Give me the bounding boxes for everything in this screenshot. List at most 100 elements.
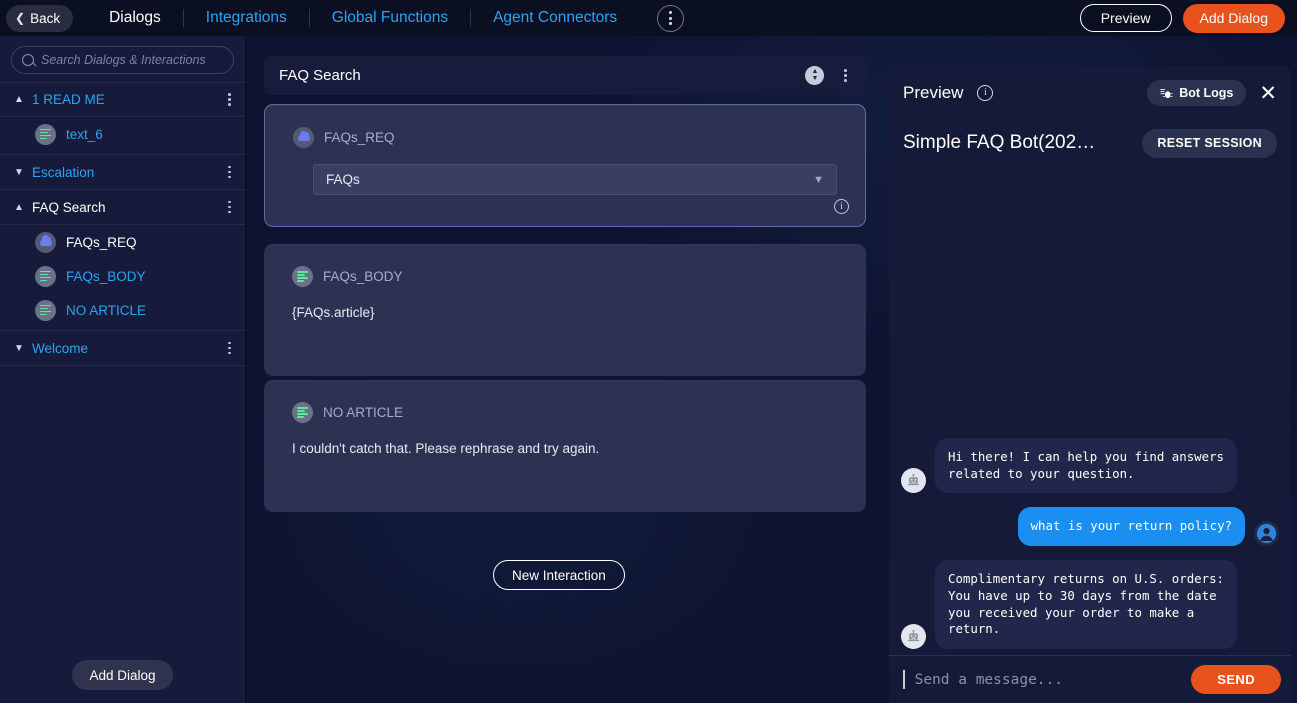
chat-input-bar: SEND: [889, 655, 1291, 703]
sidebar-item-faqs-req[interactable]: FAQs_REQ: [0, 225, 245, 259]
node-title: FAQs_BODY: [323, 269, 403, 284]
chevron-down-icon: ▼: [813, 173, 824, 186]
expand-collapse-icon[interactable]: ▲ ▼: [805, 66, 825, 85]
chevron-up-icon: ▲: [14, 94, 24, 105]
text-cursor: [903, 670, 905, 689]
node-body-text: I couldn't catch that. Please rephrase a…: [292, 441, 600, 456]
group-menu-icon[interactable]: [224, 162, 235, 183]
sidebar-group-read-me[interactable]: ▲ 1 READ ME: [0, 82, 245, 117]
dialog-tree: ▲ 1 READ ME text_6 ▼ Escalation ▲ FAQ Se…: [0, 82, 245, 647]
info-icon[interactable]: i: [834, 199, 849, 214]
chevron-down-icon: ▼: [14, 342, 24, 354]
add-dialog-button[interactable]: Add Dialog: [1182, 3, 1285, 33]
sidebar-item-text-6[interactable]: text_6: [0, 117, 245, 151]
node-header: FAQs_REQ: [265, 105, 865, 148]
sidebar-add-dialog-button[interactable]: Add Dialog: [72, 660, 173, 690]
chat-transcript: Hi there! I can help you find answers re…: [889, 166, 1291, 655]
interaction-node-faqs-body[interactable]: FAQs_BODY {FAQs.article}: [264, 244, 866, 376]
node-header: NO ARTICLE: [264, 380, 866, 423]
sidebar-group-label: 1 READ ME: [32, 92, 105, 107]
main-tabs: Dialogs Integrations Global Functions Ag…: [87, 0, 639, 36]
text-lines-icon: [35, 299, 56, 321]
interaction-node-no-article[interactable]: NO ARTICLE I couldn't catch that. Please…: [264, 380, 866, 512]
sidebar-item-no-article[interactable]: NO ARTICLE: [0, 293, 245, 327]
new-interaction-button[interactable]: New Interaction: [493, 560, 625, 590]
robot-avatar-icon: [901, 624, 926, 649]
node-footer: i: [265, 199, 865, 226]
interaction-node-faqs-req[interactable]: FAQs_REQ FAQs ▼ i: [264, 104, 866, 227]
preview-button[interactable]: Preview: [1079, 4, 1172, 32]
sidebar-item-label: NO ARTICLE: [66, 302, 147, 318]
chevron-left-icon: ❮: [15, 11, 26, 25]
chat-bubble: what is your return policy?: [1017, 507, 1245, 547]
text-lines-icon: [292, 402, 313, 423]
tab-dialogs[interactable]: Dialogs: [87, 0, 183, 36]
chat-bubble: Complimentary returns on U.S. orders: Yo…: [935, 560, 1237, 649]
bot-logs-button[interactable]: Bot Logs: [1147, 80, 1247, 106]
sidebar-item-label: FAQs_REQ: [66, 234, 137, 250]
chevron-down-icon: ▼: [14, 166, 24, 178]
sidebar-group-label: FAQ Search: [32, 199, 106, 215]
page-title: FAQ Search: [279, 67, 361, 84]
send-button[interactable]: SEND: [1191, 665, 1281, 694]
text-lines-icon: [292, 266, 313, 287]
sidebar-item-label: text_6: [66, 126, 103, 142]
sidebar-search-wrapper: [0, 36, 245, 82]
user-avatar-icon: [1254, 521, 1279, 547]
preview-bot-bar: Simple FAQ Bot(202… RESET SESSION: [889, 120, 1291, 166]
search-input[interactable]: [41, 53, 223, 67]
sidebar-group-label: Escalation: [32, 164, 95, 180]
back-button-label: Back: [30, 10, 61, 26]
sidebar-footer: Add Dialog: [0, 647, 245, 703]
chat-message-bot: Hi there! I can help you find answers re…: [901, 437, 1279, 494]
kebab-vertical-icon[interactable]: [657, 4, 685, 32]
preview-panel: Preview i Bot Logs ✕ Simple FAQ Bot(202……: [889, 66, 1291, 703]
chat-message-input[interactable]: [914, 671, 1182, 688]
chevron-up-icon: ▲: [14, 201, 24, 213]
preview-panel-header: Preview i Bot Logs ✕: [889, 66, 1291, 120]
group-menu-icon[interactable]: [224, 89, 235, 110]
group-menu-icon[interactable]: [224, 197, 235, 218]
tab-integrations[interactable]: Integrations: [184, 0, 309, 36]
chat-message-user: what is your return policy?: [901, 507, 1279, 547]
sidebar-group-children: text_6: [0, 117, 245, 155]
info-icon[interactable]: i: [977, 85, 994, 101]
sidebar-group-children: FAQs_REQ FAQs_BODY NO ARTICLE: [0, 225, 245, 331]
text-lines-icon: [35, 123, 56, 145]
preview-title: Preview: [903, 83, 964, 102]
top-navigation-bar: ❮ Back Dialogs Integrations Global Funct…: [0, 0, 1297, 36]
back-button[interactable]: ❮ Back: [6, 4, 74, 32]
node-title: NO ARTICLE: [323, 405, 404, 420]
sidebar-item-label: FAQs_BODY: [66, 268, 146, 284]
cloud-icon: [293, 127, 314, 148]
sidebar-group-faq-search[interactable]: ▲ FAQ Search: [0, 190, 245, 225]
app-root: ❮ Back Dialogs Integrations Global Funct…: [0, 0, 1297, 703]
sidebar-group-label: Welcome: [32, 340, 89, 356]
node-header: FAQs_BODY: [264, 244, 866, 287]
node-title: FAQs_REQ: [324, 130, 395, 145]
tab-agent-connectors[interactable]: Agent Connectors: [471, 0, 639, 36]
sidebar-group-escalation[interactable]: ▼ Escalation: [0, 155, 245, 190]
sidebar-group-welcome[interactable]: ▼ Welcome: [0, 331, 245, 366]
search-icon: [22, 54, 34, 66]
dialog-card-header: FAQ Search ▲ ▼: [264, 56, 866, 95]
bug-icon: [1160, 88, 1173, 98]
tab-global-functions[interactable]: Global Functions: [310, 0, 470, 36]
chat-bubble: Hi there! I can help you find answers re…: [935, 437, 1237, 494]
node-body-text: {FAQs.article}: [292, 305, 375, 320]
chat-message-bot: Complimentary returns on U.S. orders: Yo…: [901, 560, 1279, 649]
close-icon[interactable]: ✕: [1259, 83, 1277, 104]
reset-session-button[interactable]: RESET SESSION: [1142, 128, 1277, 158]
search-box[interactable]: [11, 46, 234, 74]
kebab-vertical-icon[interactable]: [840, 65, 851, 86]
faqs-select-value: FAQs: [326, 172, 360, 187]
sidebar: ▲ 1 READ ME text_6 ▼ Escalation: [0, 36, 246, 703]
cloud-icon: [35, 231, 56, 253]
group-menu-icon[interactable]: [224, 338, 235, 359]
faqs-select[interactable]: FAQs ▼: [313, 164, 837, 195]
card-header-actions: ▲ ▼: [805, 65, 851, 86]
sidebar-item-faqs-body[interactable]: FAQs_BODY: [0, 259, 245, 293]
robot-avatar-icon: [901, 468, 926, 494]
text-lines-icon: [35, 265, 56, 287]
bot-logs-label: Bot Logs: [1179, 86, 1234, 100]
